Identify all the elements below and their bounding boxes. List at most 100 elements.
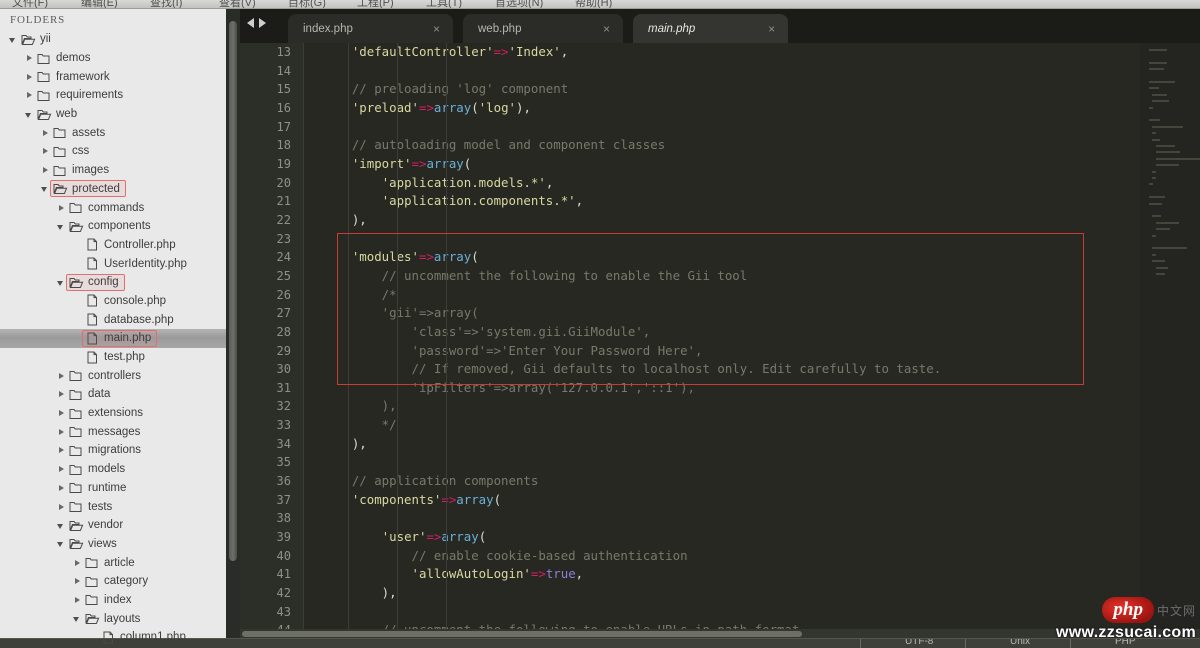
tree-item-useridentity-php[interactable]: UserIdentity.php — [0, 254, 226, 273]
tree-item-body[interactable]: components — [67, 219, 156, 234]
chevron-right-icon[interactable] — [24, 90, 35, 101]
tree-item-body[interactable]: assets — [51, 125, 110, 140]
menu-item[interactable]: 工程(P) — [357, 0, 394, 8]
chevron-down-icon[interactable] — [72, 613, 83, 624]
chevron-right-icon[interactable] — [40, 127, 51, 138]
chevron-right-icon[interactable] — [56, 482, 67, 493]
tree-item-extensions[interactable]: extensions — [0, 404, 226, 423]
tree-item-migrations[interactable]: migrations — [0, 441, 226, 460]
tree-item-body[interactable]: UserIdentity.php — [83, 256, 192, 271]
tree-item-requirements[interactable]: requirements — [0, 86, 226, 105]
code-line[interactable]: 'gii'=>array( — [322, 304, 1182, 323]
code-line[interactable]: // enable cookie-based authentication — [322, 547, 1182, 566]
tree-item-body[interactable]: controllers — [67, 368, 146, 383]
code-line[interactable]: 'import'=>array( — [322, 155, 1182, 174]
chevron-down-icon[interactable] — [24, 109, 35, 120]
tree-item-tests[interactable]: tests — [0, 497, 226, 516]
tree-item-body[interactable]: database.php — [83, 312, 179, 327]
code-line[interactable]: 'ipFilters'=>array('127.0.0.1','::1'), — [322, 379, 1182, 398]
tree-item-body[interactable]: css — [51, 144, 94, 159]
tree-item-vendor[interactable]: vendor — [0, 516, 226, 535]
menu-item[interactable]: 查找(I) — [150, 0, 182, 8]
menu-item[interactable]: 文件(F) — [12, 0, 48, 8]
tree-item-body[interactable]: requirements — [35, 88, 128, 103]
code-line[interactable]: // application components — [322, 472, 1182, 491]
code-line[interactable]: /* — [322, 286, 1182, 305]
tree-item-body[interactable]: messages — [67, 424, 145, 439]
tree-item-database-php[interactable]: database.php — [0, 310, 226, 329]
tab-next-arrow-icon[interactable] — [259, 18, 266, 28]
tree-item-config[interactable]: config — [0, 273, 226, 292]
menu-item[interactable]: 首选项(N) — [495, 0, 543, 8]
annotated-tree-item[interactable]: main.php — [81, 329, 158, 347]
tree-item-body[interactable]: commands — [67, 200, 149, 215]
tree-item-commands[interactable]: commands — [0, 198, 226, 217]
tree-item-body[interactable]: article — [83, 555, 140, 570]
tab-prev-arrow-icon[interactable] — [247, 18, 254, 28]
tree-item-runtime[interactable]: runtime — [0, 479, 226, 498]
tree-item-body[interactable]: console.php — [83, 293, 171, 308]
tree-item-body[interactable]: data — [67, 387, 115, 402]
chevron-down-icon[interactable] — [56, 520, 67, 531]
chevron-right-icon[interactable] — [40, 146, 51, 157]
tree-item-index[interactable]: index — [0, 591, 226, 610]
tree-item-body[interactable]: column1.php — [99, 630, 191, 645]
tree-item-protected[interactable]: protected — [0, 180, 226, 199]
code-line[interactable]: 'application.components.*', — [322, 192, 1182, 211]
code-folding-column[interactable] — [304, 43, 322, 648]
tab-bar[interactable]: index.php × web.php × main.php × — [240, 9, 1200, 43]
tree-item-body[interactable]: index — [83, 592, 137, 607]
code-line[interactable]: // preloading 'log' component — [322, 80, 1182, 99]
code-line[interactable]: ), — [322, 584, 1182, 603]
chevron-right-icon[interactable] — [56, 426, 67, 437]
chevron-right-icon[interactable] — [24, 71, 35, 82]
chevron-right-icon[interactable] — [40, 165, 51, 176]
tree-item-layouts[interactable]: layouts — [0, 609, 226, 628]
chevron-down-icon[interactable] — [56, 538, 67, 549]
tab-index-php[interactable]: index.php × — [288, 14, 453, 43]
tree-item-category[interactable]: category — [0, 572, 226, 591]
chevron-right-icon[interactable] — [56, 464, 67, 475]
menu-bar[interactable]: 文件(F) 编辑(E) 查找(I) 查看(V) 目标(G) 工程(P) 工具(T) 首选项(N… — [0, 0, 1200, 9]
folder-tree[interactable]: yii demos framework requirements web assets cs… — [0, 30, 226, 647]
tree-item-views[interactable]: views — [0, 535, 226, 554]
tree-item-body[interactable]: demos — [35, 51, 96, 66]
tree-item-article[interactable]: article — [0, 553, 226, 572]
tab-close-icon[interactable]: × — [433, 23, 440, 35]
tree-item-body[interactable]: layouts — [83, 611, 145, 626]
status-item[interactable]: PHP — [1115, 639, 1136, 647]
code-minimap[interactable] — [1140, 43, 1200, 648]
chevron-right-icon[interactable] — [72, 576, 83, 587]
chevron-right-icon[interactable] — [72, 557, 83, 568]
tree-item-components[interactable]: components — [0, 217, 226, 236]
tree-item-controller-php[interactable]: Controller.php — [0, 236, 226, 255]
code-line[interactable]: // If removed, Gii defaults to localhost… — [322, 360, 1182, 379]
scrollbar-thumb[interactable] — [229, 21, 237, 561]
annotated-tree-item[interactable]: config — [66, 273, 125, 291]
folders-sidebar[interactable]: FOLDERS yii demos framework requirements web… — [0, 9, 226, 648]
annotated-tree-item[interactable]: protected — [50, 180, 126, 198]
tree-item-body[interactable]: views — [67, 536, 122, 551]
code-line[interactable]: // autoloading model and component class… — [322, 136, 1182, 155]
tree-item-body[interactable]: models — [67, 462, 130, 477]
tree-item-body[interactable]: runtime — [67, 480, 131, 495]
code-line[interactable]: // uncomment the following to enable the… — [322, 267, 1182, 286]
code-line[interactable] — [322, 118, 1182, 137]
tree-item-body[interactable]: test.php — [83, 350, 150, 365]
code-line[interactable]: 'application.models.*', — [322, 174, 1182, 193]
tree-item-models[interactable]: models — [0, 460, 226, 479]
tree-item-body[interactable]: category — [83, 574, 153, 589]
code-line[interactable] — [322, 603, 1182, 622]
menu-item[interactable]: 编辑(E) — [81, 0, 118, 8]
code-line[interactable]: 'defaultController'=>'Index', — [322, 43, 1182, 62]
tree-item-css[interactable]: css — [0, 142, 226, 161]
code-line[interactable] — [322, 509, 1182, 528]
chevron-right-icon[interactable] — [56, 445, 67, 456]
tree-item-body[interactable]: vendor — [67, 518, 128, 533]
tree-item-yii[interactable]: yii — [0, 30, 226, 49]
tree-item-body[interactable]: Controller.php — [83, 237, 181, 252]
chevron-right-icon[interactable] — [56, 202, 67, 213]
code-line[interactable]: */ — [322, 416, 1182, 435]
tree-item-body[interactable]: yii — [19, 32, 56, 47]
tree-item-framework[interactable]: framework — [0, 67, 226, 86]
